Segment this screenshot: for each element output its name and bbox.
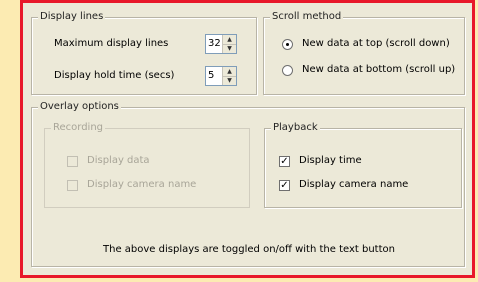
display-data-label: Display data — [87, 155, 150, 166]
recording-group: Recording Display data Display camera na… — [44, 122, 250, 208]
playback-group: Playback ✓ Display time ✓ Display camera… — [264, 122, 462, 208]
max-lines-spin-buttons: ▲ ▼ — [222, 35, 236, 53]
hold-time-spin-buttons: ▲ ▼ — [222, 67, 236, 85]
display-time-label[interactable]: Display time — [299, 155, 362, 167]
max-lines-spinner[interactable]: 32 ▲ ▼ — [205, 34, 237, 54]
scroll-method-group: Scroll method New data at top (scroll do… — [263, 11, 465, 95]
max-lines-value[interactable]: 32 — [208, 38, 221, 50]
recording-display-camera-label: Display camera name — [87, 179, 197, 190]
playback-title: Playback — [271, 122, 320, 134]
overlay-options-group: Overlay options Recording Display data D… — [31, 101, 465, 267]
scroll-up-label[interactable]: New data at bottom (scroll up) — [302, 64, 455, 76]
max-lines-label: Maximum display lines — [54, 38, 169, 49]
recording-display-camera-checkbox[interactable] — [67, 180, 78, 191]
playback-display-camera-checkbox[interactable]: ✓ — [279, 180, 290, 191]
display-time-checkbox[interactable]: ✓ — [279, 156, 290, 167]
scroll-method-title: Scroll method — [270, 11, 344, 23]
display-lines-title: Display lines — [38, 11, 106, 23]
scroll-down-label[interactable]: New data at top (scroll down) — [302, 38, 450, 50]
spin-down-icon[interactable]: ▼ — [223, 76, 236, 85]
hold-time-value[interactable]: 5 — [208, 70, 214, 82]
settings-panel: Display lines Maximum display lines 32 ▲… — [20, 0, 475, 278]
playback-display-camera-label[interactable]: Display camera name — [299, 179, 408, 191]
hold-time-spinner[interactable]: 5 ▲ ▼ — [205, 66, 237, 86]
spin-down-icon[interactable]: ▼ — [223, 44, 236, 53]
recording-title: Recording — [51, 122, 106, 134]
display-data-checkbox[interactable] — [67, 156, 78, 167]
toggle-note: The above displays are toggled on/off wi… — [103, 244, 395, 255]
display-lines-group: Display lines Maximum display lines 32 ▲… — [31, 11, 257, 95]
scroll-down-radio[interactable] — [282, 39, 293, 50]
hold-time-label: Display hold time (secs) — [54, 70, 175, 81]
overlay-options-title: Overlay options — [38, 101, 121, 113]
scroll-up-radio[interactable] — [282, 65, 293, 76]
